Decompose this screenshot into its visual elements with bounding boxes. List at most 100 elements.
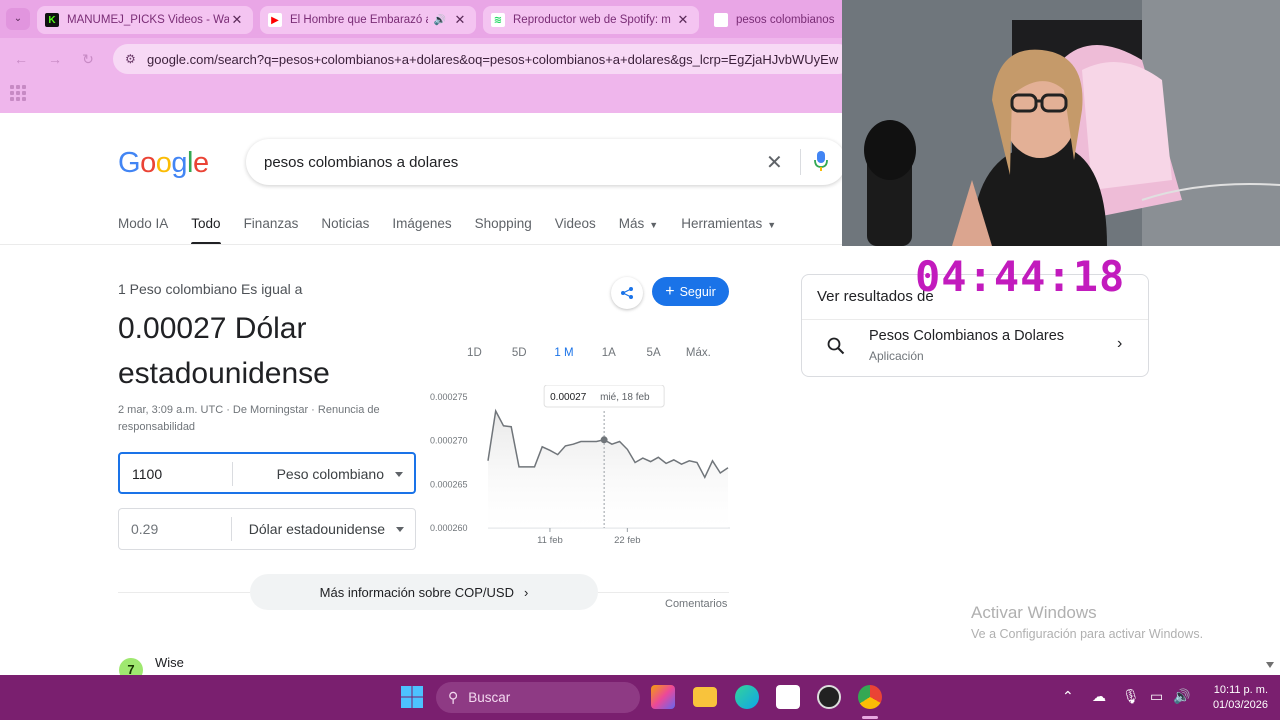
clock-date: 01/03/2026: [1212, 699, 1268, 711]
apps-grid-icon[interactable]: [10, 85, 26, 101]
windows-taskbar: ⚲ Buscar ⌃ ☁ 🎙 ▭ 🔊 10:11 p. m. 01/03/202…: [0, 675, 1280, 720]
chart-period-tab[interactable]: Máx.: [676, 347, 721, 359]
clear-search-icon[interactable]: ✕: [766, 150, 783, 175]
show-hidden-icons-chevron-icon[interactable]: ⌃: [1062, 688, 1074, 705]
dropdown-arrow-icon[interactable]: [395, 472, 403, 477]
browser-tab-strip: ⌄ K MANUMEJ_PICKS Videos - Wat ✕ ▶ El Hombre…: [0, 0, 846, 38]
nav-tab[interactable]: Videos: [555, 216, 596, 241]
windows-start-icon[interactable]: [400, 685, 424, 709]
to-currency-select[interactable]: Dólar estadounidense: [249, 521, 385, 537]
from-currency-select[interactable]: Peso colombiano: [277, 466, 384, 482]
google-logo[interactable]: Google: [118, 147, 209, 180]
y-tick-label: 0.000270: [430, 436, 468, 446]
windows-activation-watermark: Activar Windows Ve a Configuración para …: [971, 603, 1203, 641]
result-source-wise[interactable]: Wise: [155, 655, 184, 670]
tab-close-icon[interactable]: ✕: [229, 12, 245, 28]
nav-tab-label: Imágenes: [392, 216, 452, 231]
active-app-indicator: [862, 716, 878, 719]
nav-tab-label: Herramientas: [681, 216, 763, 231]
browser-tab[interactable]: K MANUMEJ_PICKS Videos - Wat ✕: [37, 6, 253, 34]
tab-favicon-icon: ≋: [491, 13, 505, 27]
nav-tab[interactable]: Modo IA: [118, 216, 168, 241]
share-icon: [621, 287, 633, 299]
tab-close-icon[interactable]: ✕: [452, 12, 468, 28]
reload-icon[interactable]: ↻: [77, 48, 99, 70]
copilot-icon[interactable]: [651, 685, 675, 709]
nav-tab[interactable]: Todo: [191, 216, 221, 245]
nav-tab[interactable]: Finanzas: [244, 216, 299, 241]
x-tick-label: 22 feb: [614, 535, 640, 546]
nav-tab-label: Noticias: [321, 216, 370, 231]
tab-title: pesos colombianos a: [736, 14, 838, 26]
tooltip-point: [600, 436, 608, 444]
chart-period-tab[interactable]: 5D: [497, 347, 542, 359]
from-currency-box: 1100 Peso colombiano: [118, 452, 416, 494]
exchange-rate-chart[interactable]: 0.000275 0.000270 0.000265 0.000260 11 feb 22…: [428, 385, 732, 555]
nav-tab[interactable]: Noticias: [321, 216, 369, 241]
scroll-down-arrow-icon[interactable]: [1266, 662, 1274, 668]
from-separator: [232, 462, 233, 486]
conversion-result-line1: 0.00027 Dólar: [118, 312, 307, 345]
tooltip-value: 0.00027: [550, 392, 587, 403]
browser-tab[interactable]: ≋ Reproductor web de Spotify: m ✕: [483, 6, 699, 34]
conversion-result: 0.00027 Dólar estadounidense: [118, 306, 418, 396]
address-bar[interactable]: ⚙ google.com/search?q=pesos+colombianos+…: [113, 44, 853, 74]
tab-search-button[interactable]: ⌄: [6, 8, 30, 30]
weather-icon[interactable]: ☁: [1092, 688, 1106, 705]
search-icon: ⚲: [448, 689, 459, 705]
microsoft-store-icon[interactable]: [776, 685, 800, 709]
chart-period-tab[interactable]: 1A: [586, 347, 631, 359]
site-info-icon[interactable]: ⚙: [125, 52, 139, 66]
obs-studio-icon[interactable]: [817, 685, 841, 709]
related-result-title[interactable]: Pesos Colombianos a Dolares: [869, 328, 1064, 344]
volume-icon[interactable]: 🔊: [1173, 688, 1190, 705]
windows-logo-icon: [401, 686, 423, 708]
tab-audio-icon[interactable]: 🔊: [434, 15, 446, 26]
tab-favicon-icon: K: [45, 13, 59, 27]
file-explorer-icon[interactable]: [693, 687, 717, 707]
webcam-overlay: [842, 0, 1280, 246]
feedback-link[interactable]: Comentarios: [665, 598, 727, 610]
related-results-divider: [802, 319, 1148, 320]
search-box[interactable]: pesos colombianos a dolares ✕: [246, 139, 846, 185]
address-url: google.com/search?q=pesos+colombianos+a+…: [147, 51, 839, 67]
chevron-right-icon[interactable]: ›: [1117, 335, 1122, 353]
tab-title: El Hombre que Embarazó a: [290, 14, 428, 26]
from-amount-input[interactable]: 1100: [132, 466, 162, 482]
search-input[interactable]: pesos colombianos a dolares: [264, 154, 458, 171]
tab-close-icon[interactable]: ✕: [675, 12, 691, 28]
browser-tab[interactable]: Gpesos colombianos a: [706, 6, 846, 34]
nav-divider: [0, 244, 842, 245]
nav-tab[interactable]: Herramientas ▼: [681, 216, 776, 241]
nav-tab-label: Todo: [191, 216, 221, 231]
nav-tab[interactable]: Imágenes: [392, 216, 451, 241]
y-tick-label: 0.000275: [430, 392, 468, 402]
edge-browser-icon[interactable]: [735, 685, 759, 709]
nav-tab[interactable]: Shopping: [475, 216, 532, 241]
system-clock[interactable]: 10:11 p. m. 01/03/2026: [1196, 683, 1268, 713]
x-tick-label: 11 feb: [537, 535, 563, 546]
network-icon[interactable]: ▭: [1150, 688, 1163, 705]
voice-search-icon[interactable]: [814, 150, 828, 172]
follow-button[interactable]: + Seguir: [652, 277, 729, 306]
share-button[interactable]: [611, 277, 643, 309]
stream-timer: 04:44:18: [915, 252, 1126, 301]
dropdown-arrow-icon[interactable]: [396, 527, 404, 532]
y-tick-label: 0.000260: [430, 523, 468, 533]
conversion-meta-line2[interactable]: responsabilidad: [118, 419, 398, 436]
chart-period-tab[interactable]: 1D: [452, 347, 497, 359]
nav-tab[interactable]: Más ▼: [619, 216, 658, 241]
logo-letter: G: [118, 147, 141, 179]
chart-period-tab[interactable]: 5A: [631, 347, 676, 359]
microphone-icon[interactable]: 🎙: [1122, 688, 1140, 705]
logo-letter: o: [155, 147, 172, 179]
forward-icon[interactable]: →: [44, 48, 66, 70]
chart-period-tab[interactable]: 1 M: [542, 347, 587, 359]
back-icon[interactable]: ←: [10, 48, 32, 70]
tab-title: Reproductor web de Spotify: m: [513, 14, 671, 26]
taskbar-search[interactable]: ⚲ Buscar: [436, 682, 640, 713]
browser-tab[interactable]: ▶ El Hombre que Embarazó a 🔊 ✕: [260, 6, 476, 34]
to-amount-input[interactable]: 0.29: [131, 521, 158, 537]
chrome-icon[interactable]: [858, 685, 882, 709]
more-info-button[interactable]: Más información sobre COP/USD ›: [250, 574, 598, 610]
